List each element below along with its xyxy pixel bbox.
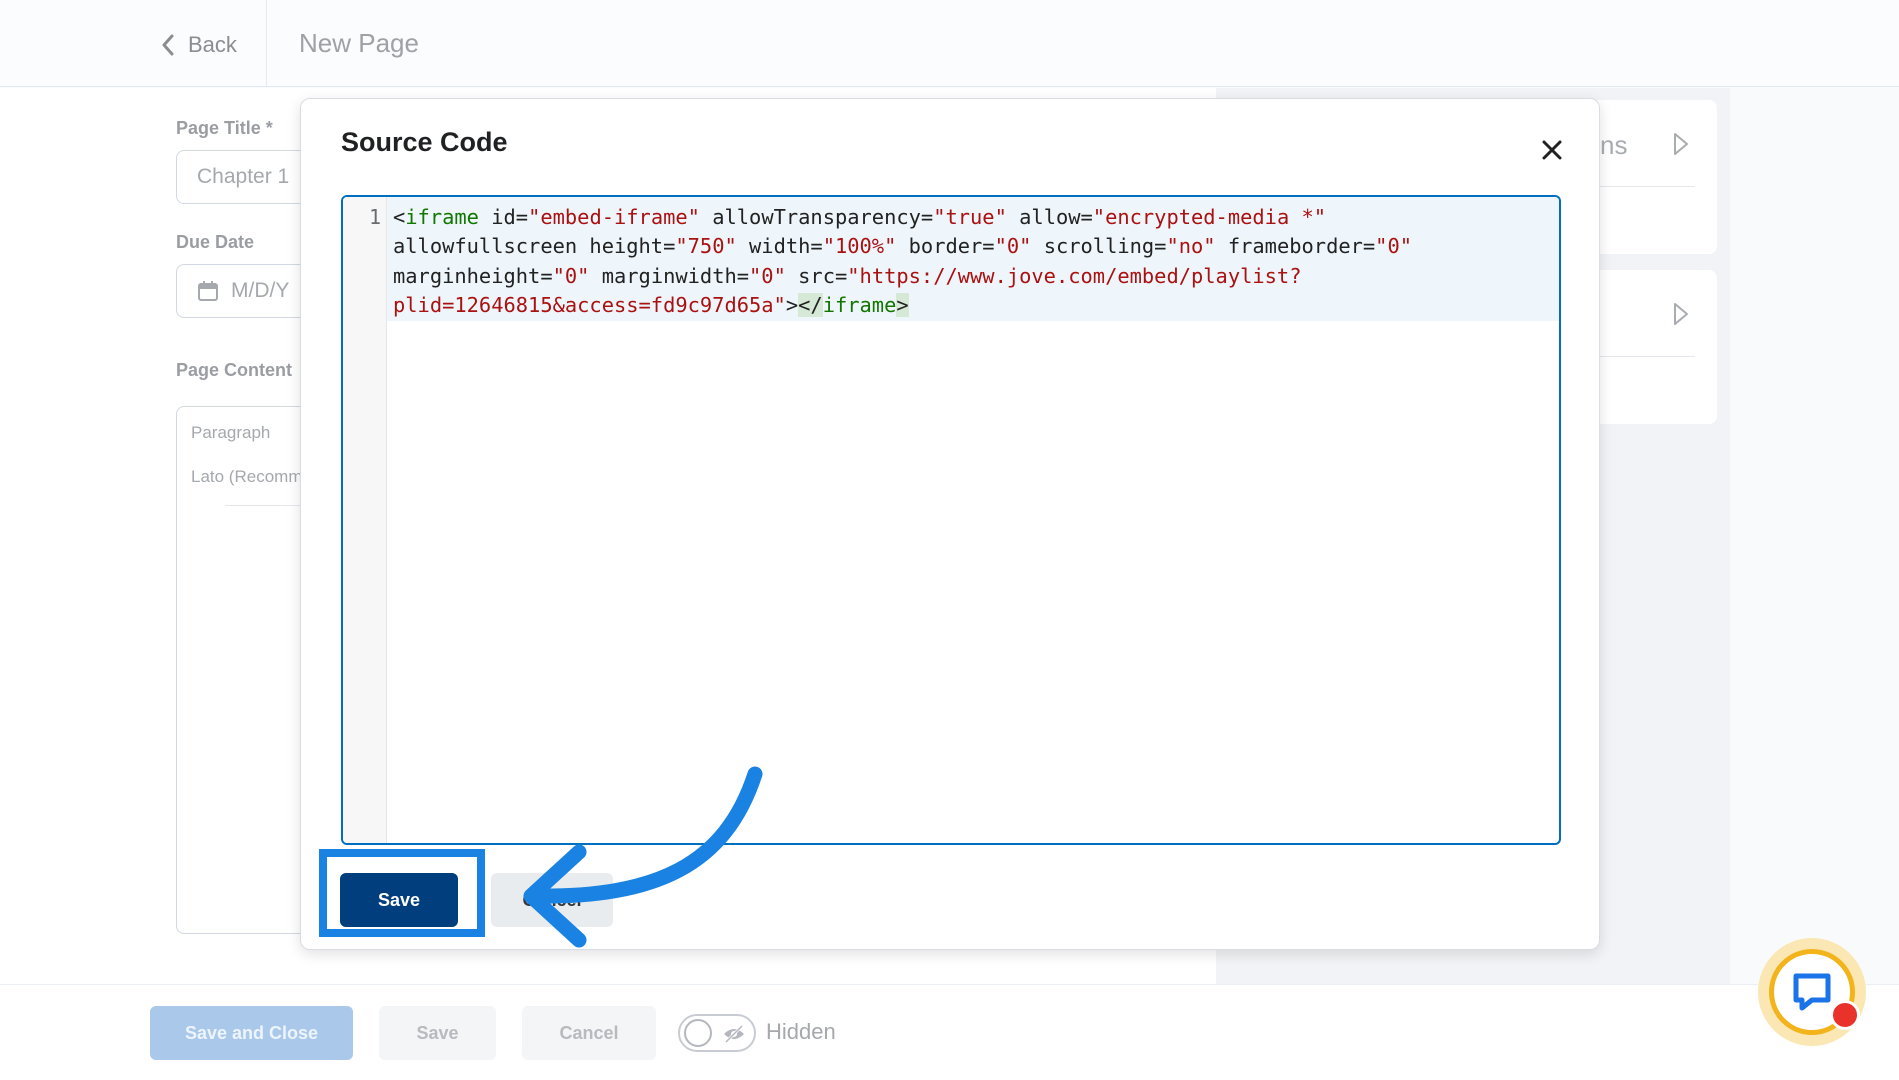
code-string: "0" xyxy=(994,234,1032,259)
code-attr: src= xyxy=(785,263,848,288)
code-attr: scrolling= xyxy=(1031,234,1167,259)
dialog-cancel-button[interactable]: Cancel xyxy=(491,873,613,927)
page-title-input[interactable]: Chapter 1 xyxy=(176,150,316,204)
code-token: < xyxy=(393,205,406,229)
due-date-placeholder: M/D/Y xyxy=(231,279,290,302)
page-heading: New Page xyxy=(299,28,419,58)
play-triangle-icon xyxy=(1674,133,1688,155)
code-string: "https://www.jove.com/embed/playlist? xyxy=(847,263,1302,288)
calendar-icon xyxy=(198,281,218,301)
line-number-gutter xyxy=(343,197,387,843)
code-attr: frameborder= xyxy=(1215,234,1376,259)
code-string: "750" xyxy=(675,234,737,259)
code-attr: id= xyxy=(478,205,529,229)
top-bar: Back New Page xyxy=(0,0,1899,87)
page-content-editor[interactable]: Paragraph Lato (Recomm xyxy=(176,406,316,934)
eye-slash-icon xyxy=(724,1024,744,1044)
code-attr: width= xyxy=(736,234,823,259)
code-attr: allowfullscreen height= xyxy=(393,234,676,259)
code-attr: allowTransparency= xyxy=(699,205,934,229)
code-bracket-match: > xyxy=(896,292,909,317)
notification-dot xyxy=(1830,1000,1860,1030)
source-code-editor[interactable]: 1 <iframe id="embed-iframe" allowTranspa… xyxy=(341,195,1561,845)
due-date-input[interactable]: M/D/Y xyxy=(176,264,316,318)
code-tag: iframe xyxy=(822,292,897,317)
page-title-label: Page Title * xyxy=(176,118,273,138)
code-string: "0" xyxy=(552,263,590,288)
code-string: "0" xyxy=(1375,234,1413,259)
code-string: "true" xyxy=(933,205,1007,229)
page-content-label: Page Content xyxy=(176,360,293,380)
play-triangle-icon xyxy=(1674,303,1688,325)
save-and-close-button[interactable]: Save and Close xyxy=(150,1006,353,1060)
code-string: "no" xyxy=(1166,234,1216,259)
due-date-label: Due Date xyxy=(176,232,255,252)
format-select[interactable]: Paragraph xyxy=(191,423,270,443)
font-select[interactable]: Lato (Recomm xyxy=(191,467,302,487)
code-string: "100%" xyxy=(822,234,897,259)
code-string: "encrypted-media *" xyxy=(1092,205,1327,229)
code-attr: border= xyxy=(896,234,995,259)
code-bracket-match: </ xyxy=(798,292,823,317)
footer-cancel-button[interactable]: Cancel xyxy=(522,1006,656,1060)
footer-save-button[interactable]: Save xyxy=(379,1006,496,1060)
back-label: Back xyxy=(188,32,237,57)
source-code-dialog: Source Code 1 <iframe id="embed-iframe" … xyxy=(300,98,1600,950)
code-attr: allow= xyxy=(1006,205,1093,229)
topbar-divider xyxy=(266,0,267,87)
chat-bubble-icon xyxy=(1793,973,1831,1011)
code-string: "embed-iframe" xyxy=(528,205,700,229)
chevron-left-icon xyxy=(162,34,174,56)
code-string: plid=12646815&access=fd9c97d65a" xyxy=(393,292,786,317)
visibility-toggle[interactable] xyxy=(678,1014,756,1052)
dialog-title: Source Code xyxy=(341,127,508,157)
close-icon[interactable] xyxy=(1539,137,1565,163)
chat-widget[interactable] xyxy=(1758,938,1866,1046)
code-text[interactable]: <iframe id="embed-iframe" allowTranspare… xyxy=(393,203,1553,320)
code-attr: marginwidth= xyxy=(589,263,750,288)
back-button[interactable]: Back xyxy=(160,28,237,62)
save-highlight-box xyxy=(319,849,485,937)
code-tag: iframe xyxy=(405,205,479,229)
code-attr: marginheight= xyxy=(393,263,553,288)
toggle-knob xyxy=(684,1019,712,1047)
line-number: 1 xyxy=(368,205,381,229)
code-token: > xyxy=(785,292,799,317)
visibility-label: Hidden xyxy=(766,1019,836,1044)
side-card-1-label: ns xyxy=(1600,130,1628,160)
code-string: "0" xyxy=(749,263,786,288)
